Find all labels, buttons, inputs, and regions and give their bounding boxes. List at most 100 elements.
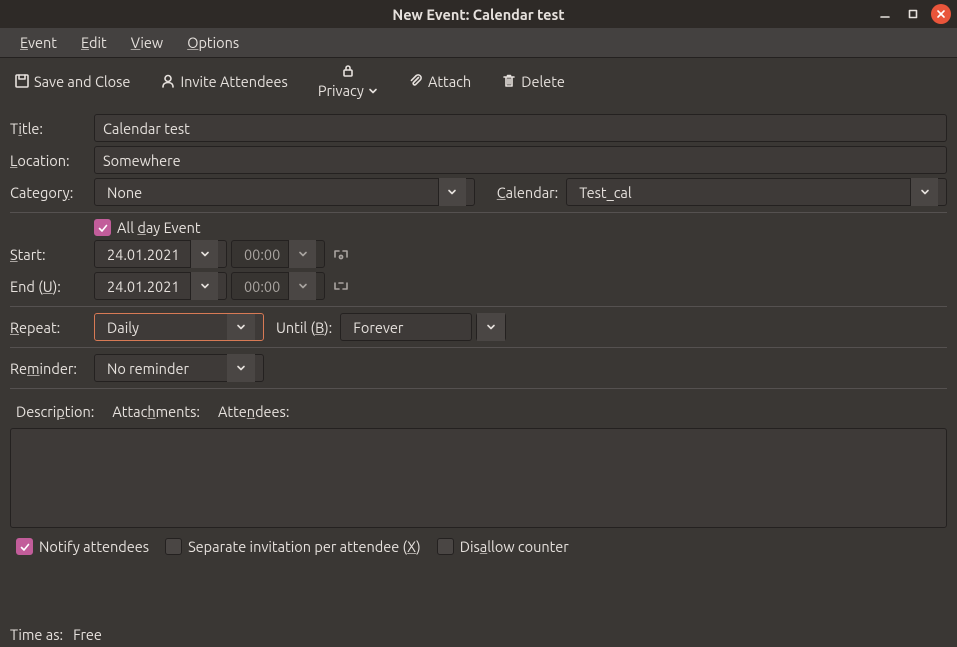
link-end-icon: [333, 280, 349, 292]
category-select[interactable]: None: [94, 178, 475, 206]
maximize-button[interactable]: [903, 4, 923, 24]
trash-icon: [501, 73, 517, 89]
end-date-input[interactable]: 24.01.2021: [94, 272, 227, 300]
all-day-label: All day Event: [117, 219, 201, 236]
category-label: Category:: [10, 184, 94, 201]
until-extra-button[interactable]: [476, 313, 506, 341]
menu-event-rest: vent: [28, 34, 57, 51]
menubar: Event Edit View Options: [0, 28, 957, 58]
title-input[interactable]: Calendar test: [94, 114, 947, 142]
menu-view-rest: iew: [140, 34, 163, 51]
status-time-as-value: Free: [73, 626, 102, 643]
menu-edit-rest: dit: [89, 34, 107, 51]
notify-attendees-label: Notify attendees: [39, 538, 149, 555]
location-value: Somewhere: [103, 152, 181, 169]
invite-attendees-button[interactable]: Invite Attendees: [152, 69, 295, 94]
chevron-down-icon: [227, 313, 255, 341]
minimize-button[interactable]: [875, 4, 895, 24]
title-value: Calendar test: [103, 120, 190, 137]
checkbox-box: [94, 219, 111, 236]
until-label: Until (B):: [276, 319, 332, 336]
delete-label: Delete: [521, 73, 565, 90]
invite-attendees-label: Invite Attendees: [180, 73, 287, 90]
attach-label: Attach: [428, 73, 471, 90]
menu-edit[interactable]: Edit: [69, 30, 119, 55]
calendar-label: Calendar:: [497, 184, 558, 201]
close-button[interactable]: [931, 4, 951, 24]
separator: [10, 306, 947, 307]
window-controls: [875, 4, 951, 24]
chevron-down-icon: [190, 272, 218, 300]
separator: [10, 388, 947, 389]
menu-event[interactable]: Event: [8, 30, 69, 55]
chevron-down-icon: [227, 354, 255, 382]
start-time-value: 00:00: [240, 246, 288, 263]
start-date-input[interactable]: 24.01.2021: [94, 240, 227, 268]
repeat-value: Daily: [103, 319, 227, 336]
location-input[interactable]: Somewhere: [94, 146, 947, 174]
start-time-input[interactable]: 00:00: [231, 240, 325, 268]
menu-view[interactable]: View: [119, 30, 175, 55]
reminder-value: No reminder: [103, 360, 227, 377]
notify-attendees-checkbox[interactable]: Notify attendees: [16, 538, 149, 555]
separate-invitation-checkbox[interactable]: Separate invitation per attendee (X): [165, 538, 421, 555]
reminder-select[interactable]: No reminder: [94, 354, 264, 382]
end-time-value: 00:00: [240, 278, 288, 295]
attendee-options: Notify attendees Separate invitation per…: [10, 528, 947, 563]
chevron-down-icon: [910, 178, 938, 206]
separate-invitation-label: Separate invitation per attendee (X): [188, 538, 421, 555]
chevron-down-icon: [438, 178, 466, 206]
tab-attendees[interactable]: Attendees:: [212, 399, 295, 424]
save-icon: [14, 73, 30, 89]
all-day-checkbox[interactable]: All day Event: [94, 219, 201, 236]
repeat-select[interactable]: Daily: [94, 313, 264, 341]
separator: [10, 347, 947, 348]
attach-button[interactable]: Attach: [400, 69, 479, 94]
end-label: End (U):: [10, 278, 94, 295]
checkbox-box: [165, 538, 182, 555]
save-and-close-button[interactable]: Save and Close: [6, 69, 138, 94]
location-label: Location:: [10, 152, 94, 169]
link-start-icon: [333, 248, 349, 260]
title-label: Title:: [10, 120, 94, 137]
save-and-close-label: Save and Close: [34, 73, 130, 90]
tab-description[interactable]: Description:: [10, 399, 100, 424]
calendar-select[interactable]: Test_cal: [566, 178, 947, 206]
chevron-down-icon: [190, 240, 218, 268]
calendar-value: Test_cal: [575, 184, 910, 201]
start-date-value: 24.01.2021: [103, 246, 190, 263]
end-date-value: 24.01.2021: [103, 278, 190, 295]
repeat-label: Repeat:: [10, 319, 94, 336]
end-time-input[interactable]: 00:00: [231, 272, 325, 300]
statusbar: Time as: Free: [0, 622, 957, 647]
until-value: Forever: [349, 319, 463, 336]
paperclip-icon: [408, 73, 424, 89]
chevron-down-icon: [368, 83, 378, 99]
toolbar: Save and Close Invite Attendees Privacy …: [0, 58, 957, 104]
status-time-as-label: Time as:: [10, 626, 63, 643]
event-form: Title: Calendar test Location: Somewhere…: [0, 104, 957, 563]
menu-options-rest: ptions: [198, 34, 239, 51]
description-textarea[interactable]: [10, 428, 947, 528]
person-icon: [160, 73, 176, 89]
separator: [10, 212, 947, 213]
delete-button[interactable]: Delete: [493, 69, 573, 94]
checkbox-box: [16, 538, 33, 555]
chevron-down-icon: [288, 240, 316, 268]
privacy-button[interactable]: Privacy: [310, 61, 386, 101]
privacy-label: Privacy: [318, 83, 364, 99]
menu-options[interactable]: Options: [175, 30, 251, 55]
titlebar: New Event: Calendar test: [0, 0, 957, 28]
chevron-down-icon: [477, 313, 505, 341]
reminder-label: Reminder:: [10, 360, 94, 377]
until-select[interactable]: Forever: [340, 313, 472, 341]
disallow-counter-label: Disallow counter: [460, 538, 569, 555]
description-tabs: Description: Attachments: Attendees:: [10, 399, 947, 424]
disallow-counter-checkbox[interactable]: Disallow counter: [437, 538, 569, 555]
window-title: New Event: Calendar test: [392, 6, 564, 23]
lock-icon: [340, 63, 356, 79]
tab-attachments[interactable]: Attachments:: [106, 399, 206, 424]
start-label: Start:: [10, 246, 94, 263]
chevron-down-icon: [288, 272, 316, 300]
category-value: None: [103, 184, 438, 201]
